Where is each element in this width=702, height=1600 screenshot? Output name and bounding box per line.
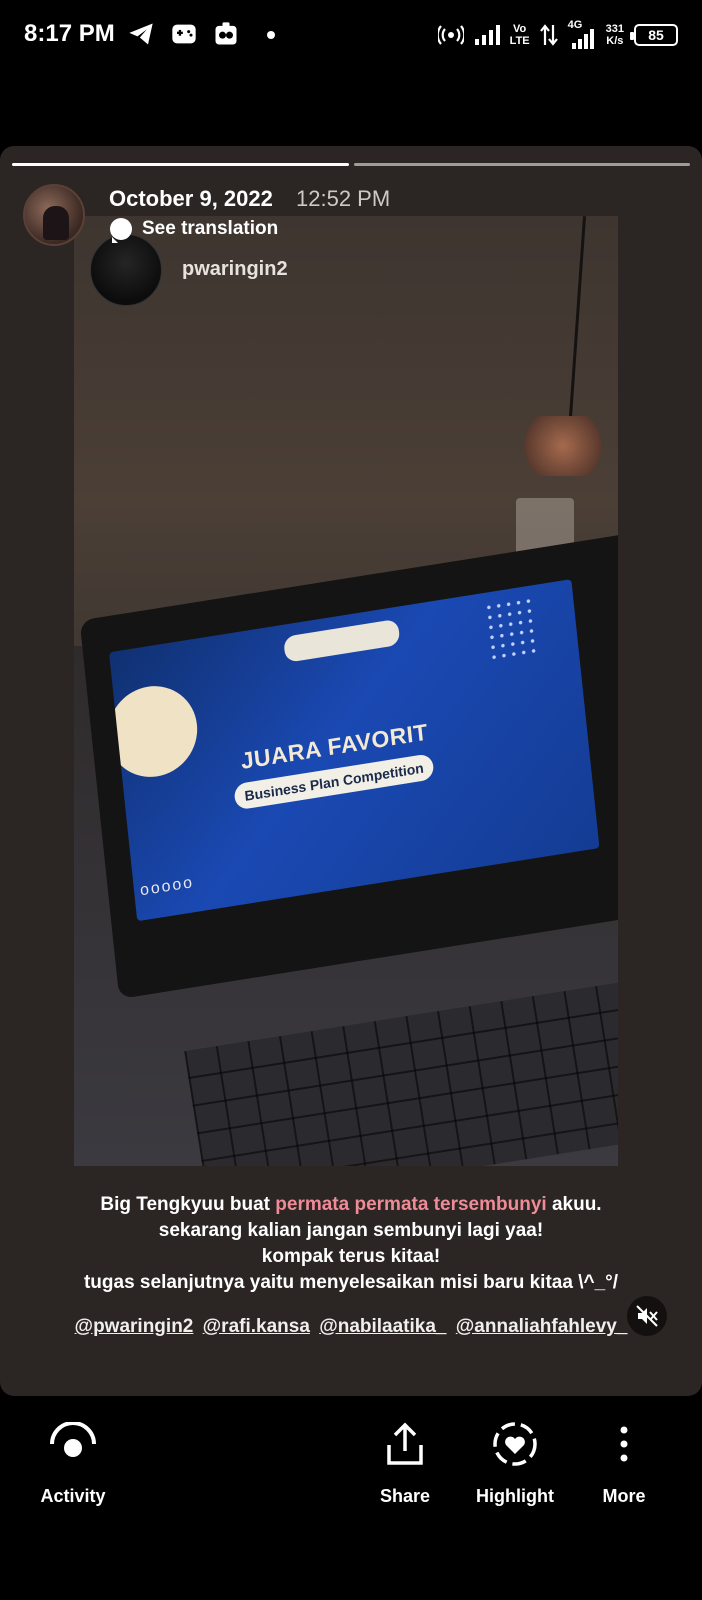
activity-button[interactable]: Activity xyxy=(18,1418,128,1507)
share-label: Share xyxy=(379,1486,431,1506)
embedded-username[interactable]: pwaringin2 xyxy=(182,258,288,281)
mention-link[interactable]: @annaliahfahlevy_ xyxy=(456,1316,628,1337)
screen-blob xyxy=(109,679,202,784)
bottom-action-bar: Activity Share Highlight More xyxy=(0,1396,702,1600)
status-bar: 8:17 PM Vo LTE 4G 331 K/s 85 xyxy=(0,0,702,72)
screen-dots xyxy=(483,595,540,663)
see-translation-button[interactable]: See translation xyxy=(110,218,279,243)
more-vertical-icon xyxy=(620,1426,628,1462)
story-media[interactable]: JUARA FAVORIT Business Plan Competition … xyxy=(74,216,618,1166)
mention-link[interactable]: @pwaringin2 xyxy=(75,1316,194,1337)
speaker-muted-icon xyxy=(636,1305,658,1327)
see-translation-label: See translation xyxy=(142,218,279,239)
signal-4g: 4G xyxy=(568,19,596,49)
translate-bubble-icon xyxy=(110,218,132,243)
story-caption: Big Tengkyuu buat permata permata tersem… xyxy=(40,1192,662,1296)
battery-indicator: 85 xyxy=(630,24,678,46)
status-time: 8:17 PM xyxy=(24,20,115,47)
story-time: 12:52 PM xyxy=(296,186,391,211)
mention-link[interactable]: @rafi.kansa xyxy=(203,1316,310,1337)
story-viewer[interactable]: JUARA FAVORIT Business Plan Competition … xyxy=(0,146,702,1396)
activity-eye-icon xyxy=(50,1422,96,1457)
laptop: JUARA FAVORIT Business Plan Competition … xyxy=(79,532,618,1000)
story-progress-segment xyxy=(12,163,349,166)
data-arrows-icon xyxy=(539,24,558,46)
app-notification-icon xyxy=(215,22,237,45)
caption-line-2: sekarang kalian jangan sembunyi lagi yaa… xyxy=(158,1220,544,1241)
signal-icon xyxy=(474,25,500,45)
signal-4g-icon xyxy=(571,29,594,49)
activity-label: Activity xyxy=(40,1486,106,1506)
mention-link[interactable]: @nabilaatika_ xyxy=(319,1316,446,1337)
hotspot-icon xyxy=(437,25,464,45)
screen-chip xyxy=(283,618,401,663)
share-button[interactable]: Share xyxy=(350,1418,460,1507)
profile-avatar[interactable] xyxy=(23,184,85,246)
highlight-heart-icon xyxy=(493,1422,537,1466)
highlight-button[interactable]: Highlight xyxy=(460,1418,570,1507)
telegram-icon xyxy=(129,23,153,45)
volte-indicator: Vo LTE xyxy=(509,23,530,47)
status-right: Vo LTE 4G 331 K/s 85 xyxy=(437,19,678,50)
share-icon xyxy=(387,1422,423,1465)
story-progress-segment xyxy=(354,163,690,166)
screen-circles: ooooo xyxy=(139,873,195,900)
laptop-screen: JUARA FAVORIT Business Plan Competition … xyxy=(109,579,600,922)
more-button[interactable]: More xyxy=(569,1418,679,1507)
network-speed: 331 K/s xyxy=(605,23,624,47)
cable xyxy=(566,216,587,446)
mention-list: @pwaringin2 @rafi.kansa @nabilaatika_ @a… xyxy=(40,1316,662,1338)
caption-line-4: tugas selanjutnya yaitu menyelesaikan mi… xyxy=(83,1272,619,1293)
story-date: October 9, 2022 xyxy=(109,186,273,211)
caption-line-1: Big Tengkyuu buat permata permata tersem… xyxy=(100,1194,602,1215)
caption-line-3: kompak terus kitaa! xyxy=(261,1246,441,1267)
gamepad-icon xyxy=(172,24,196,44)
plug xyxy=(518,416,608,476)
embedded-avatar[interactable] xyxy=(90,234,162,306)
more-label: More xyxy=(602,1486,646,1506)
highlight-label: Highlight xyxy=(476,1486,554,1506)
caption-highlight: permata permata tersembunyi xyxy=(275,1194,547,1215)
notification-dot-icon xyxy=(267,31,275,39)
mute-button[interactable] xyxy=(627,1296,667,1336)
